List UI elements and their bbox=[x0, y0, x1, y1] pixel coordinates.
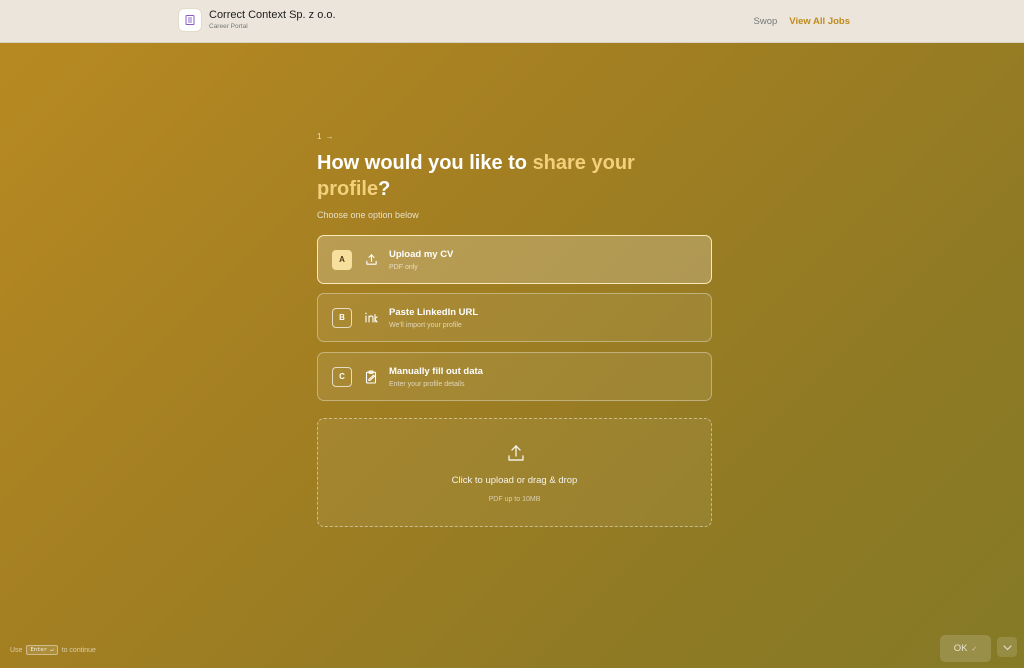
option-subtitle: Enter your profile details bbox=[389, 380, 465, 388]
enter-key: Enter ↵ bbox=[26, 645, 58, 655]
building-icon bbox=[179, 9, 201, 31]
option-subtitle: PDF only bbox=[389, 263, 418, 271]
option-key: C bbox=[332, 366, 352, 387]
option-upload-cv[interactable]: A Upload my CV PDF only bbox=[317, 235, 712, 284]
keyboard-hint: Use Enter ↵ to continue bbox=[10, 645, 96, 655]
check-icon: ✓ bbox=[971, 645, 978, 653]
dropzone-label: Click to upload or drag & drop bbox=[451, 475, 578, 486]
clipboard-icon bbox=[364, 369, 378, 384]
question-title: How would you like to share your profile… bbox=[317, 150, 712, 202]
option-linkedin-url[interactable]: B Paste LinkedIn URL We'll import your p… bbox=[317, 293, 712, 342]
upload-icon bbox=[506, 443, 526, 468]
ok-label: OK bbox=[953, 643, 968, 654]
ok-button[interactable]: OK ✓ bbox=[940, 635, 991, 662]
question-suffix: ? bbox=[378, 178, 391, 200]
brand[interactable]: Correct Context Sp. z o.o. Career Portal bbox=[179, 9, 336, 31]
question-panel: 1 → How would you like to share your pro… bbox=[317, 132, 712, 527]
hint-suffix: to continue bbox=[61, 646, 96, 654]
next-question-button[interactable] bbox=[997, 637, 1017, 657]
option-key: A bbox=[332, 249, 352, 270]
company-name: Correct Context Sp. z o.o. bbox=[209, 8, 336, 21]
hint-prefix: Use bbox=[10, 646, 23, 654]
chevron-down-icon bbox=[1002, 638, 1012, 656]
linkedin-icon bbox=[364, 311, 378, 325]
option-key: B bbox=[332, 307, 352, 328]
step-indicator: 1 → bbox=[317, 132, 335, 141]
option-subtitle: We'll import your profile bbox=[389, 321, 462, 329]
cv-dropzone[interactable]: Click to upload or drag & drop PDF up to… bbox=[317, 418, 712, 527]
option-manual-fill[interactable]: C Manually fill out data Enter your prof… bbox=[317, 352, 712, 401]
option-title: Manually fill out data bbox=[389, 365, 483, 377]
nav-swop-link[interactable]: Swop bbox=[754, 16, 778, 27]
option-title: Upload my CV bbox=[389, 248, 454, 260]
question-prefix: How would you like to bbox=[317, 152, 527, 174]
top-bar: Correct Context Sp. z o.o. Career Portal… bbox=[0, 0, 1024, 43]
portal-label: Career Portal bbox=[209, 22, 248, 30]
dropzone-limit: PDF up to 10MB bbox=[488, 496, 541, 503]
option-title: Paste LinkedIn URL bbox=[389, 306, 479, 318]
nav-view-all-jobs-link[interactable]: View All Jobs bbox=[789, 16, 850, 27]
upload-icon bbox=[364, 253, 378, 267]
question-hint: Choose one option below bbox=[317, 210, 419, 220]
header-nav: Swop View All Jobs bbox=[754, 16, 850, 27]
